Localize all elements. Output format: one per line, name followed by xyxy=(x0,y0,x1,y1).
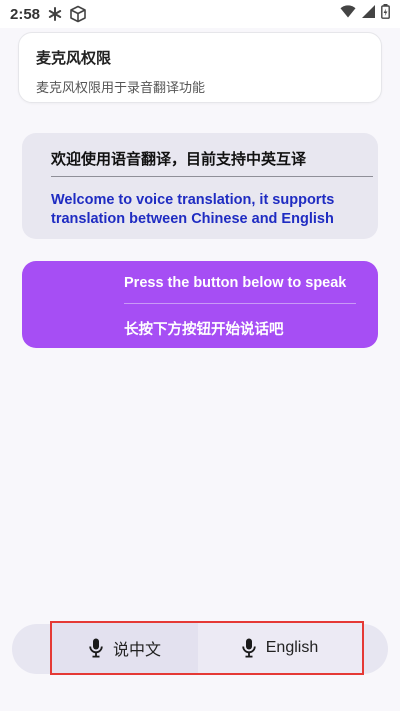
permission-notification[interactable]: 麦克风权限 麦克风权限用于录音翻译功能 xyxy=(18,32,382,103)
welcome-chinese-text: 欢迎使用语音翻译，目前支持中英互译 xyxy=(51,151,307,168)
microphone-icon xyxy=(89,638,103,658)
microphone-icon xyxy=(242,638,256,658)
status-right xyxy=(340,4,390,24)
cube-icon xyxy=(69,5,87,23)
signal-icon xyxy=(362,5,375,23)
instruction-chinese-text: 长按下方按钮开始说话吧 xyxy=(124,322,284,338)
welcome-message-card: 欢迎使用语音翻译，目前支持中英互译 Welcome to voice trans… xyxy=(22,133,378,239)
welcome-english-text: Welcome to voice translation, it support… xyxy=(51,192,335,227)
battery-icon xyxy=(381,4,390,24)
permission-title: 麦克风权限 xyxy=(36,50,112,67)
speak-english-button[interactable]: English xyxy=(198,623,362,673)
speak-chinese-button[interactable]: 说中文 xyxy=(52,623,198,673)
instruction-divider xyxy=(124,303,356,304)
status-bar: 2:58 xyxy=(0,0,400,28)
instruction-card: Press the button below to speak 长按下方按钮开始… xyxy=(22,261,378,348)
speak-english-label: English xyxy=(265,639,319,656)
asterisk-icon xyxy=(48,7,62,21)
speak-chinese-label: 说中文 xyxy=(112,642,161,659)
permission-description: 麦克风权限用于录音翻译功能 xyxy=(36,80,206,95)
wifi-icon xyxy=(340,5,356,23)
status-time: 2:58 xyxy=(10,5,41,23)
instruction-english-text: Press the button below to speak xyxy=(124,275,347,291)
page: 2:58 麦克风权限 麦克风权限用于录音翻译功能 欢迎使用语音翻译，目前支持中英… xyxy=(0,0,400,711)
welcome-divider xyxy=(51,176,373,177)
